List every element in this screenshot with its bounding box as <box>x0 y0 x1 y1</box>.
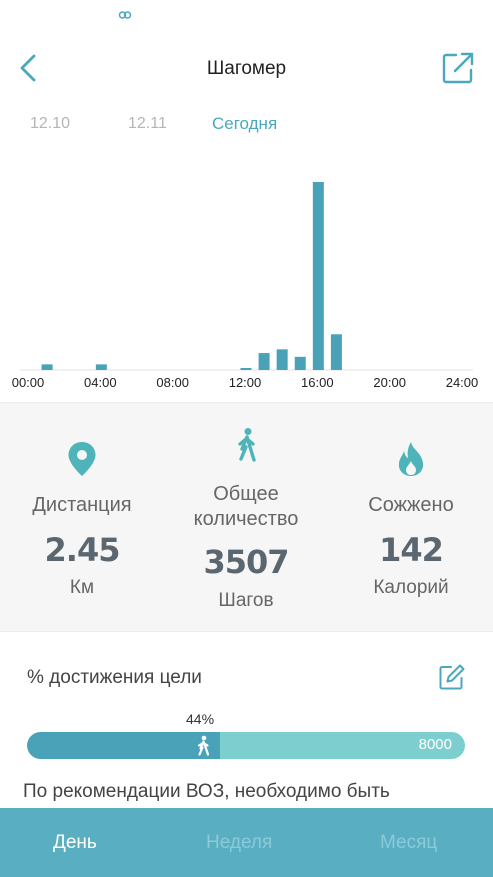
page-title: Шагомер <box>206 58 287 79</box>
nav-tab-month[interactable]: Месяц <box>380 832 437 854</box>
link-icon <box>118 11 132 19</box>
header: Шагомер <box>0 40 493 98</box>
goal-progress-fill <box>27 732 220 759</box>
walking-icon <box>197 735 210 756</box>
chart-bar-1200 <box>240 368 252 370</box>
x-tick-label: 20:00 <box>373 375 406 390</box>
distance-stat: Дистанция 2.45 Км <box>0 403 164 633</box>
steps-label-line2: количество <box>193 508 299 530</box>
x-tick-label: 00:00 <box>12 375 45 390</box>
stats-panel: Дистанция 2.45 Км Общее количество 3507 … <box>0 402 493 632</box>
flame-icon <box>398 442 424 476</box>
x-tick-label: 16:00 <box>301 375 334 390</box>
date-tab-today[interactable]: Сегодня <box>212 114 277 134</box>
status-bar <box>0 0 493 32</box>
chart-bar-1300 <box>258 353 270 370</box>
calories-stat: Сожжено 142 Калорий <box>329 403 493 633</box>
location-pin-icon <box>68 442 96 476</box>
steps-chart-svg: 00:00 04:00 08:00 12:00 16:00 20:00 24:00 <box>12 182 479 390</box>
x-tick-label: 12:00 <box>229 375 262 390</box>
steps-value: 3507 <box>203 543 289 581</box>
goal-title: % достижения цели <box>27 667 202 688</box>
chart-bar-0400 <box>95 364 107 370</box>
edit-goal-icon[interactable] <box>438 663 466 691</box>
goal-target-value: 8000 <box>418 736 452 753</box>
calories-label: Сожжено <box>368 494 454 516</box>
x-tick-label: 04:00 <box>84 375 117 390</box>
steps-chart: 00:00 04:00 08:00 12:00 16:00 20:00 24:00 <box>0 150 493 400</box>
date-tab-12-10[interactable]: 12.10 <box>30 115 70 133</box>
chart-bar-1400 <box>276 349 288 370</box>
chart-bar-1500 <box>294 356 306 370</box>
chart-bar-1600 <box>312 182 324 370</box>
chart-bar-0100 <box>41 364 53 370</box>
steps-label-line1: Общее <box>213 483 279 505</box>
date-tab-12-11[interactable]: 12.11 <box>128 115 167 133</box>
goal-section: % достижения цели 44% 8000 По рекомендац… <box>0 633 493 813</box>
nav-tab-day[interactable]: День <box>53 832 97 854</box>
x-tick-label: 08:00 <box>156 375 189 390</box>
x-tick-label: 24:00 <box>446 375 479 390</box>
distance-label: Дистанция <box>32 494 132 516</box>
steps-unit: Шагов <box>218 590 274 611</box>
distance-value: 2.45 <box>44 531 121 569</box>
who-recommendation-text: По рекомендации ВОЗ, необходимо быть <box>23 781 390 802</box>
share-icon[interactable] <box>440 50 476 86</box>
calories-unit: Калорий <box>373 577 449 598</box>
chart-bar-1700 <box>330 334 342 370</box>
date-tabs: 12.10 12.11 Сегодня <box>0 112 493 140</box>
walking-icon <box>238 428 256 462</box>
goal-progress-bar: 8000 <box>27 732 465 759</box>
bottom-nav: День Неделя Месяц <box>0 808 493 877</box>
goal-percent-label: 44% <box>186 711 215 727</box>
steps-stat: Общее количество 3507 Шагов <box>164 403 328 633</box>
distance-unit: Км <box>69 577 95 598</box>
nav-tab-week[interactable]: Неделя <box>206 832 272 854</box>
calories-value: 142 <box>379 531 444 569</box>
